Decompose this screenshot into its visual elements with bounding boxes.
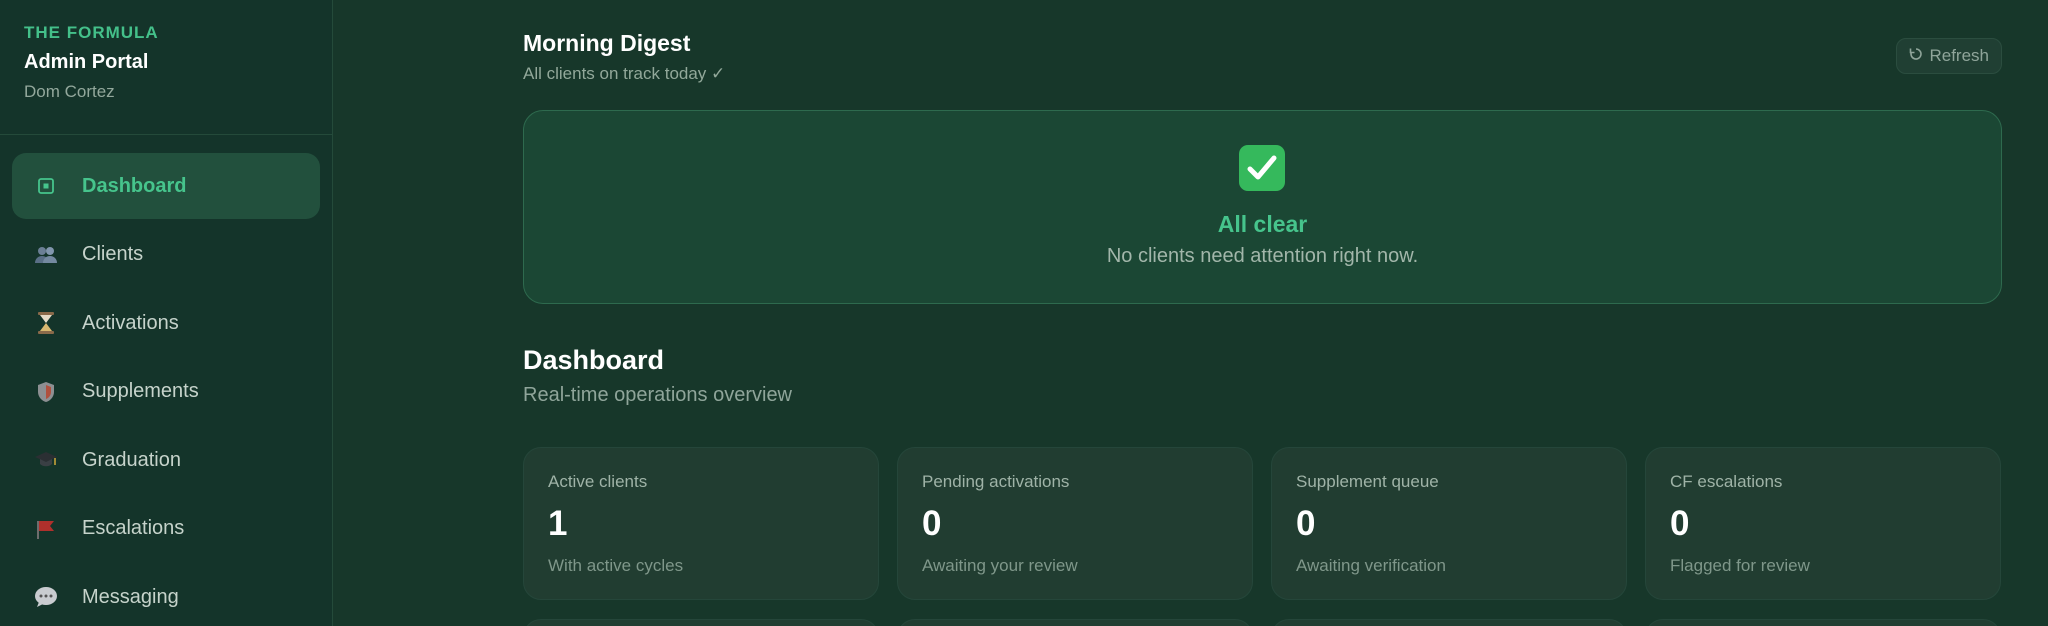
brand-header: THE FORMULA Admin Portal Dom Cortez	[0, 0, 332, 135]
page-subtitle: Real-time operations overview	[523, 384, 793, 406]
digest-subtitle: All clients on track today ✓	[523, 64, 726, 83]
refresh-button[interactable]: Refresh	[1896, 38, 2002, 74]
brand-title: Admin Portal	[24, 51, 149, 73]
brand-kicker: THE FORMULA	[24, 23, 159, 42]
sidebar-item-label: Graduation	[82, 448, 181, 471]
flag-icon	[32, 515, 60, 543]
page-title: Dashboard	[523, 345, 665, 375]
check-mark-icon	[1239, 145, 1285, 191]
stat-card-active-clients[interactable]: Active clients 1 With active cycles	[523, 447, 879, 600]
stat-label: Active clients	[548, 472, 648, 491]
sidebar-item-dashboard[interactable]: Dashboard	[12, 153, 320, 219]
app-root: THE FORMULA Admin Portal Dom Cortez Dash…	[0, 0, 2048, 626]
stat-card-cf-escalations[interactable]: CF escalations 0 Flagged for review	[1645, 447, 2001, 600]
speech-bubble-icon	[32, 583, 60, 611]
sidebar-item-label: Dashboard	[82, 174, 187, 197]
refresh-label: Refresh	[1929, 46, 1989, 65]
stats-cards: Active clients 1 With active cycles Pend…	[523, 447, 2002, 600]
shield-icon	[32, 378, 60, 406]
sidebar-item-clients[interactable]: Clients	[12, 222, 320, 288]
stat-note: With active cycles	[548, 556, 684, 575]
graduation-cap-icon	[32, 446, 60, 474]
hourglass-icon	[32, 309, 60, 337]
stat-value: 0	[1296, 504, 1316, 543]
stat-note: Awaiting your review	[922, 556, 1078, 575]
refresh-icon	[1909, 46, 1923, 66]
stat-note: Flagged for review	[1670, 556, 1810, 575]
sidebar-nav: Dashboard Clients Activations Supplement…	[0, 135, 332, 626]
sidebar-item-activations[interactable]: Activations	[12, 290, 320, 356]
stat-note: Awaiting verification	[1296, 556, 1446, 575]
stat-card[interactable]	[1271, 619, 1627, 626]
sidebar-item-supplements[interactable]: Supplements	[12, 359, 320, 425]
users-icon	[32, 241, 60, 269]
stat-value: 0	[1670, 504, 1690, 543]
sidebar-item-label: Escalations	[82, 517, 185, 539]
stat-card[interactable]	[523, 619, 879, 626]
sidebar-item-escalations[interactable]: Escalations	[12, 496, 320, 562]
stat-card[interactable]	[1645, 619, 2001, 626]
digest-title: Morning Digest	[523, 30, 691, 56]
sidebar-item-messaging[interactable]: Messaging	[12, 564, 320, 626]
sidebar-item-label: Activations	[82, 311, 179, 334]
sidebar-item-label: Messaging	[82, 585, 179, 608]
current-user-name: Dom Cortez	[24, 82, 115, 101]
all-clear-panel: All clear No clients need attention righ…	[523, 110, 2002, 304]
sidebar-item-label: Clients	[82, 243, 144, 265]
stats-cards-row-2	[523, 619, 2002, 626]
stat-card[interactable]	[897, 619, 1253, 626]
stat-label: Supplement queue	[1296, 472, 1439, 491]
stat-value: 1	[548, 504, 568, 543]
sidebar-item-label: Supplements	[82, 380, 199, 402]
stat-card-supplement-queue[interactable]: Supplement queue 0 Awaiting verification	[1271, 447, 1627, 600]
all-clear-message: No clients need attention right now.	[1106, 245, 1419, 267]
stat-label: CF escalations	[1670, 472, 1783, 491]
sidebar-item-graduation[interactable]: Graduation	[12, 427, 320, 493]
stat-card-pending-activations[interactable]: Pending activations 0 Awaiting your revi…	[897, 447, 1253, 600]
all-clear-heading: All clear	[1217, 211, 1308, 237]
stat-label: Pending activations	[922, 472, 1070, 491]
stat-value: 0	[922, 504, 942, 543]
sidebar: THE FORMULA Admin Portal Dom Cortez Dash…	[0, 0, 333, 626]
dashboard-icon	[32, 172, 60, 200]
